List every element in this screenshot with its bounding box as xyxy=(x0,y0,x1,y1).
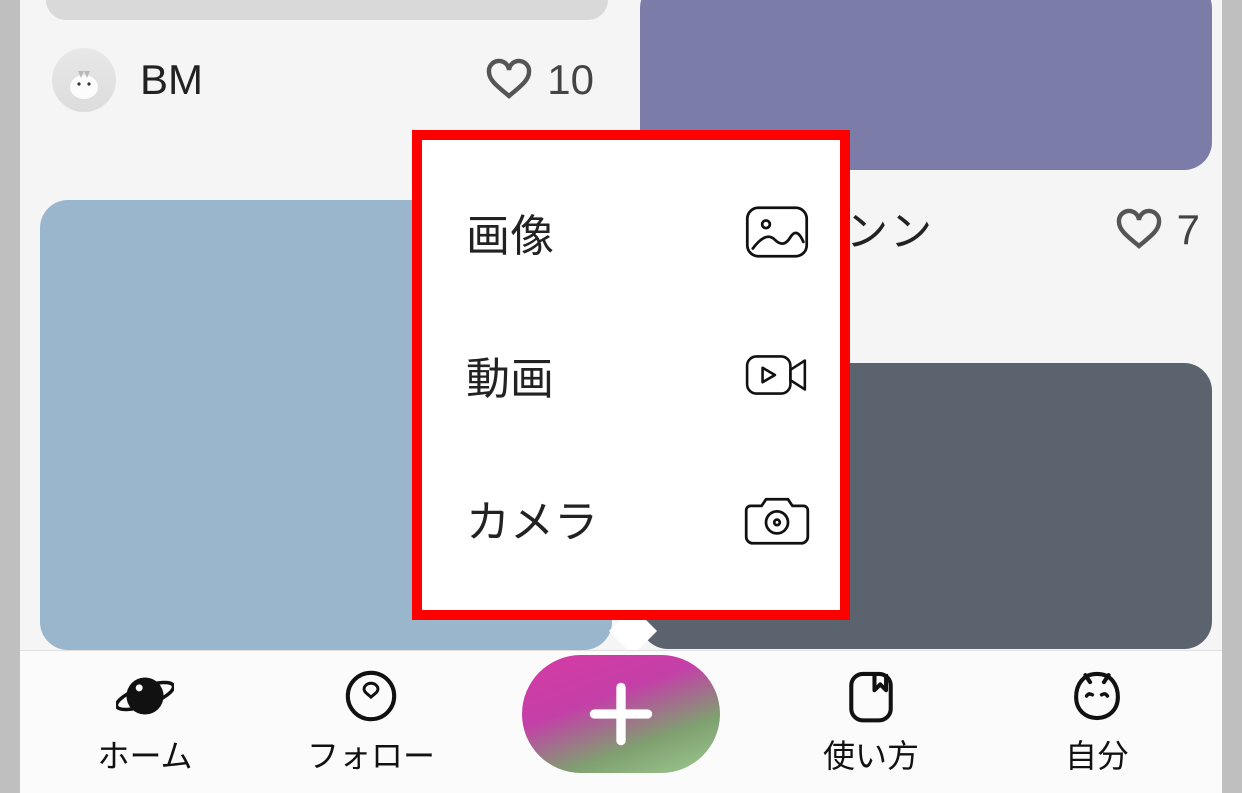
nav-label: フォロー xyxy=(307,731,435,777)
nav-howto[interactable]: 使い方 xyxy=(796,667,946,777)
book-icon xyxy=(842,667,900,725)
like-block[interactable]: 10 xyxy=(485,56,594,104)
nav-me[interactable]: 自分 xyxy=(1022,667,1172,777)
nav-label: 自分 xyxy=(1065,731,1129,777)
camera-icon xyxy=(744,489,810,547)
feed-username[interactable]: BM xyxy=(140,56,203,104)
compose-option-label: カメラ xyxy=(466,486,598,550)
avatar-bird-icon xyxy=(62,58,106,102)
feed-card-thumbnail-fragment xyxy=(46,0,608,20)
follow-icon xyxy=(342,667,400,725)
nav-home[interactable]: ホーム xyxy=(70,667,220,777)
nav-label: 使い方 xyxy=(823,731,919,777)
compose-option-label: 画像 xyxy=(466,200,554,264)
nav-follow[interactable]: フォロー xyxy=(296,667,446,777)
plus-icon xyxy=(582,675,660,753)
compose-option-camera[interactable]: カメラ xyxy=(466,468,810,568)
profile-owl-icon xyxy=(1068,667,1126,725)
compose-option-label: 動画 xyxy=(466,343,554,407)
like-count: 10 xyxy=(547,56,594,104)
compose-button[interactable] xyxy=(522,655,720,773)
heart-icon xyxy=(1115,206,1163,254)
app-screen: BM 10 ンン 7 画像 動画 xyxy=(20,0,1222,793)
video-icon xyxy=(744,346,810,404)
nav-label: ホーム xyxy=(97,731,192,777)
bottom-navbar: ホーム フォロー 使い方 xyxy=(20,650,1222,793)
feed-card-meta[interactable]: BM 10 xyxy=(32,32,612,127)
compose-option-video[interactable]: 動画 xyxy=(466,325,810,425)
like-count: 7 xyxy=(1177,206,1200,254)
heart-icon xyxy=(485,56,533,104)
planet-icon xyxy=(116,667,174,725)
avatar[interactable] xyxy=(52,48,116,112)
compose-menu: 画像 動画 カメラ xyxy=(412,130,850,620)
like-block[interactable]: 7 xyxy=(1115,206,1200,254)
image-icon xyxy=(744,203,810,261)
compose-option-image[interactable]: 画像 xyxy=(466,182,810,282)
